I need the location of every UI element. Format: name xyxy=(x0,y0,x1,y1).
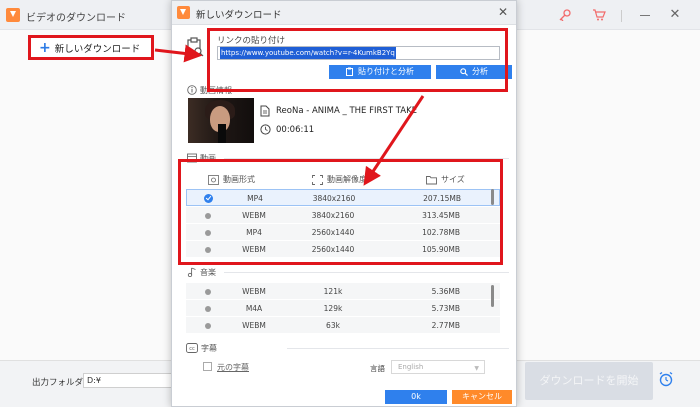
dialog-title-bar: 新しいダウンロード ✕ xyxy=(172,1,516,25)
video-thumbnail xyxy=(188,98,254,143)
annotation-box-new-download xyxy=(28,35,154,60)
annotation-box-paste-link xyxy=(207,28,508,92)
row-size: 5.36MB xyxy=(431,287,460,296)
output-folder-input[interactable]: D:¥ xyxy=(83,373,178,388)
row-format: WEBM xyxy=(242,287,266,296)
dialog-title: 新しいダウンロード xyxy=(196,10,282,21)
row-bitrate: 129k xyxy=(323,304,343,313)
file-icon xyxy=(260,105,270,117)
info-icon xyxy=(187,85,197,95)
language-label: 言語 xyxy=(370,364,385,373)
audio-format-table: WEBM 121k 5.36MB M4A 129k 5.73MB WEBM 63… xyxy=(186,283,500,335)
dialog-logo-icon xyxy=(177,6,190,19)
video-title: ReoNa - ANIMA _ THE FIRST TAKE xyxy=(276,106,418,116)
title-separator xyxy=(621,10,622,22)
chevron-down-icon: ▼ xyxy=(474,365,479,372)
audio-section-label: 音楽 xyxy=(200,268,216,277)
row-bitrate: 63k xyxy=(326,321,340,330)
cart-icon[interactable] xyxy=(592,9,606,21)
original-subtitle-label[interactable]: 元の字幕 xyxy=(217,362,249,373)
clock-icon xyxy=(260,124,271,135)
main-window-title: ビデオのダウンロード xyxy=(26,13,126,24)
radio-dot-icon xyxy=(205,306,211,312)
row-format: WEBM xyxy=(242,321,266,330)
cancel-button[interactable]: キャンセル xyxy=(452,390,512,404)
start-download-button[interactable]: ダウンロードを開始 xyxy=(525,362,653,400)
audio-section-divider xyxy=(224,272,509,273)
audio-row[interactable]: M4A 129k 5.73MB xyxy=(186,300,500,317)
alarm-clock-icon[interactable] xyxy=(658,371,674,387)
music-note-icon xyxy=(187,267,196,277)
svg-text:cc: cc xyxy=(189,346,195,352)
row-bitrate: 121k xyxy=(323,287,343,296)
subtitle-section-label: 字幕 xyxy=(201,344,217,353)
radio-dot-icon xyxy=(205,289,211,295)
minimize-icon[interactable] xyxy=(636,8,654,22)
radio-dot-icon xyxy=(205,323,211,329)
language-select[interactable]: English ▼ xyxy=(391,360,485,374)
subtitle-section-divider xyxy=(287,348,509,349)
audio-row[interactable]: WEBM 121k 5.36MB xyxy=(186,283,500,300)
annotation-box-format-list xyxy=(178,159,503,265)
key-icon[interactable] xyxy=(558,9,572,21)
app-logo-icon xyxy=(6,8,20,22)
audio-row[interactable]: WEBM 63k 2.77MB xyxy=(186,317,500,334)
cc-icon: cc xyxy=(186,343,198,353)
row-size: 2.77MB xyxy=(431,321,460,330)
row-size: 5.73MB xyxy=(431,304,460,313)
clipboard-icon xyxy=(187,37,204,57)
dialog-close-icon[interactable]: ✕ xyxy=(495,4,511,20)
close-icon[interactable]: ✕ xyxy=(666,6,684,24)
audio-table-scrollbar[interactable] xyxy=(491,285,494,307)
ok-button[interactable]: 0k xyxy=(385,390,447,404)
video-duration: 00:06:11 xyxy=(276,125,315,135)
language-value: English xyxy=(398,363,424,371)
original-subtitle-checkbox[interactable] xyxy=(203,362,212,371)
row-format: M4A xyxy=(245,304,263,313)
